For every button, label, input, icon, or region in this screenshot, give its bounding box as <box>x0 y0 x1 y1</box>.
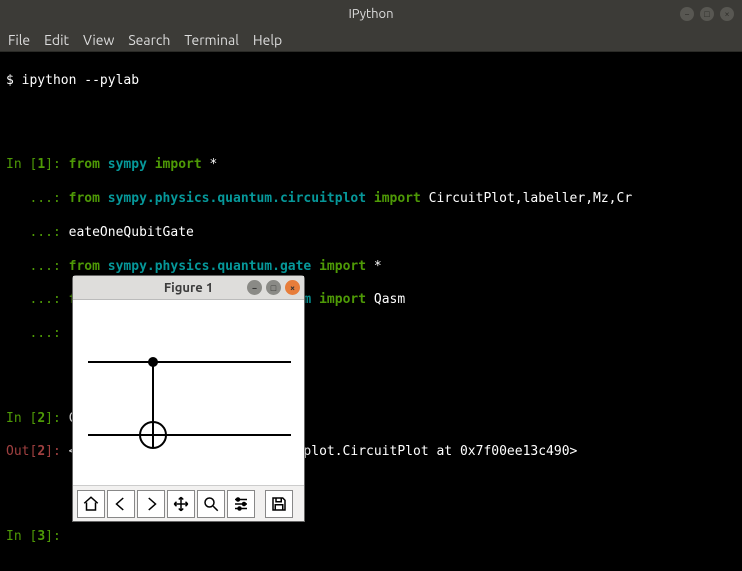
menu-edit[interactable]: Edit <box>44 32 69 48</box>
minimize-button[interactable]: − <box>680 7 694 21</box>
window-controls: − □ × <box>680 7 734 21</box>
cont-prompt: ...: <box>6 225 61 240</box>
circuit-plot <box>73 300 306 485</box>
menu-file[interactable]: File <box>8 32 30 48</box>
cont-prompt: ...: <box>6 191 61 206</box>
code-keyword: import <box>319 259 366 274</box>
in-prompt-1: In [1]: <box>6 157 61 172</box>
forward-icon[interactable] <box>137 490 165 518</box>
code-rest: Qasm <box>374 292 405 307</box>
figure-minimize-button[interactable]: − <box>247 280 262 295</box>
code-rest: CircuitPlot,labeller,Mz,Cr <box>429 191 633 206</box>
in-prompt-2: In [2]: <box>6 411 61 426</box>
cont-prompt: ...: <box>6 326 61 341</box>
code-rest: * <box>210 157 218 172</box>
menu-search[interactable]: Search <box>128 32 170 48</box>
figure-maximize-button[interactable]: □ <box>266 280 281 295</box>
figure-toolbar <box>73 485 304 521</box>
code-keyword: import <box>155 157 202 172</box>
code-rest: * <box>374 259 382 274</box>
figure-canvas[interactable] <box>73 300 304 485</box>
figure-close-button[interactable]: × <box>285 280 300 295</box>
save-icon[interactable] <box>265 490 293 518</box>
menu-help[interactable]: Help <box>253 32 282 48</box>
code-module: sympy.physics.quantum.gate <box>108 259 312 274</box>
code-keyword: import <box>374 191 421 206</box>
figure-titlebar[interactable]: Figure 1 − □ × <box>73 276 304 300</box>
close-button[interactable]: × <box>720 7 734 21</box>
window-titlebar: IPython − □ × <box>0 0 742 28</box>
out-prompt-2: Out[2]: <box>6 444 61 459</box>
cont-prompt: ...: <box>6 259 61 274</box>
zoom-icon[interactable] <box>197 490 225 518</box>
menubar: File Edit View Search Terminal Help <box>0 28 742 52</box>
back-icon[interactable] <box>107 490 135 518</box>
code-keyword: from <box>69 157 100 172</box>
in-prompt-3: In [3]: <box>6 529 61 544</box>
configure-icon[interactable] <box>227 490 255 518</box>
window-title: IPython <box>348 7 393 21</box>
figure-window[interactable]: Figure 1 − □ × <box>72 275 305 522</box>
menu-terminal[interactable]: Terminal <box>184 32 239 48</box>
code-keyword: from <box>69 259 100 274</box>
code-keyword: import <box>319 292 366 307</box>
maximize-button[interactable]: □ <box>700 7 714 21</box>
code-rest: eateOneQubitGate <box>69 225 194 240</box>
cont-prompt: ...: <box>6 292 61 307</box>
pan-icon[interactable] <box>167 490 195 518</box>
figure-window-controls: − □ × <box>247 280 300 295</box>
figure-title: Figure 1 <box>164 281 213 295</box>
home-icon[interactable] <box>77 490 105 518</box>
menu-view[interactable]: View <box>83 32 114 48</box>
launch-command: ipython --pylab <box>22 73 139 88</box>
shell-prompt: $ <box>6 73 14 88</box>
code-keyword: from <box>69 191 100 206</box>
code-module: sympy <box>108 157 147 172</box>
code-module: sympy.physics.quantum.circuitplot <box>108 191 366 206</box>
